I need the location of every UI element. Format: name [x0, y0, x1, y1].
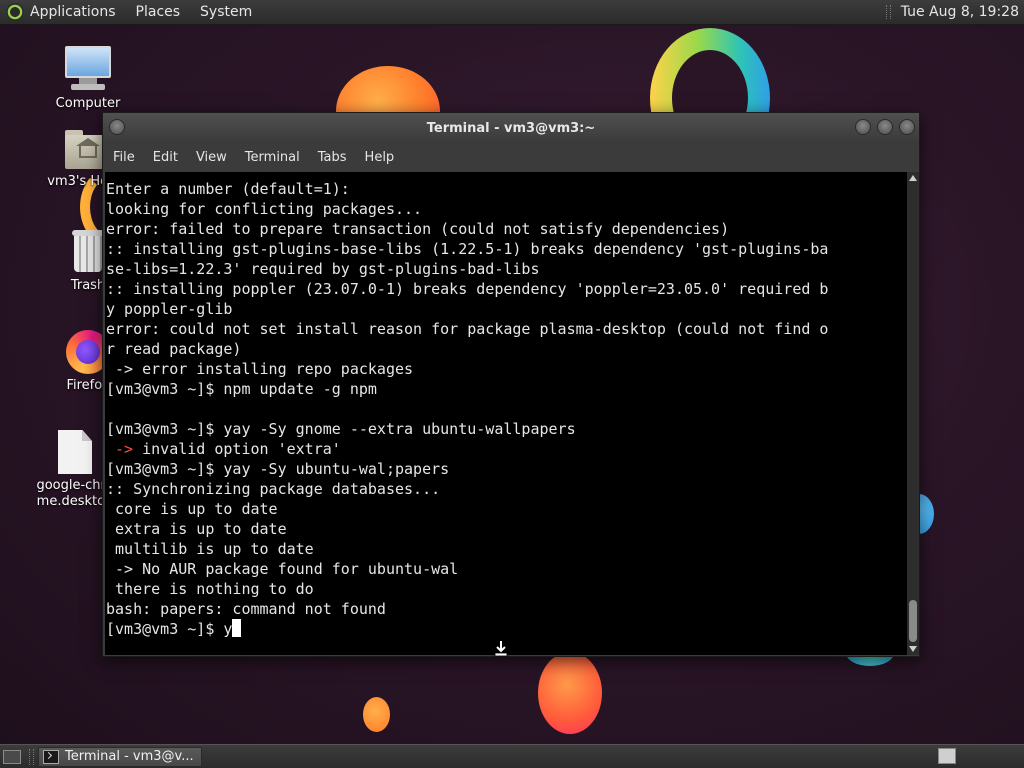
desktop-icon-computer[interactable]: Computer [33, 46, 143, 112]
system-menu[interactable]: System [200, 4, 252, 20]
panel-separator-handle[interactable] [29, 748, 34, 765]
minimize-button[interactable] [855, 119, 871, 135]
computer-icon [63, 46, 113, 92]
terminal-line: r read package) [106, 340, 242, 358]
wallpaper-orange-blob-small [363, 697, 390, 732]
terminal-window[interactable]: Terminal - vm3@vm3:~ File Edit View Term… [102, 112, 920, 657]
scroll-down-arrow-icon[interactable] [909, 646, 917, 652]
clock[interactable]: Tue Aug 8, 19:28 [901, 4, 1019, 20]
terminal-output: Enter a number (default=1): looking for c… [105, 172, 907, 639]
terminal-line: [vm3@vm3 ~]$ npm update -g npm [106, 380, 377, 398]
workspace-switcher[interactable] [938, 748, 956, 764]
terminal-prompt-input[interactable]: [vm3@vm3 ~]$ y [106, 620, 232, 638]
distro-logo-icon[interactable] [6, 3, 24, 21]
close-button[interactable] [899, 119, 915, 135]
applications-menu[interactable]: Applications [30, 4, 116, 20]
top-panel: Applications Places System Tue Aug 8, 19… [0, 0, 1024, 25]
menu-terminal[interactable]: Terminal [245, 150, 300, 165]
taskbar-button-label: Terminal - vm3@v... [65, 749, 194, 764]
desktop-file-icon [58, 430, 92, 474]
terminal-line: y poppler-glib [106, 300, 233, 318]
terminal-line: se-libs=1.22.3' required by gst-plugins-… [106, 260, 540, 278]
terminal-icon [43, 749, 59, 764]
terminal-line: [vm3@vm3 ~]$ yay -Sy gnome --extra ubunt… [106, 420, 576, 438]
wallpaper-orange-blob-bottom [538, 652, 602, 734]
maximize-button[interactable] [877, 119, 893, 135]
menu-help[interactable]: Help [365, 150, 395, 165]
terminal-scrollbar[interactable] [907, 172, 919, 655]
terminal-line: :: installing poppler (23.07.0-1) breaks… [106, 280, 829, 298]
terminal-line: [vm3@vm3 ~]$ yay -Sy ubuntu-wal;papers [106, 460, 450, 478]
scrollbar-thumb[interactable] [909, 600, 917, 642]
scroll-up-arrow-icon[interactable] [909, 175, 917, 181]
error-arrow: -> [106, 440, 134, 458]
text-cursor [232, 619, 242, 637]
places-menu[interactable]: Places [136, 4, 181, 20]
window-menu-button[interactable] [109, 119, 125, 135]
terminal-line: core is up to date [106, 500, 278, 518]
menu-file[interactable]: File [113, 150, 135, 165]
terminal-line: multilib is up to date [106, 540, 314, 558]
terminal-line-text: invalid option 'extra' [133, 440, 341, 458]
taskbar-terminal-button[interactable]: Terminal - vm3@v... [38, 746, 202, 767]
terminal-line: :: Synchronizing package databases... [106, 480, 441, 498]
menu-view[interactable]: View [196, 150, 227, 165]
terminal-line: looking for conflicting packages... [106, 200, 423, 218]
terminal-prompt-line[interactable]: [vm3@vm3 ~]$ y [106, 619, 907, 639]
show-desktop-icon[interactable] [3, 749, 21, 764]
terminal-line: extra is up to date [106, 520, 287, 538]
terminal-line-error: -> invalid option 'extra' [106, 439, 907, 459]
terminal-line: Enter a number (default=1): [106, 180, 350, 198]
terminal-line: -> error installing repo packages [106, 360, 414, 378]
bottom-panel: Terminal - vm3@v... [0, 744, 1024, 768]
window-titlebar[interactable]: Terminal - vm3@vm3:~ [103, 113, 919, 143]
terminal-menubar: File Edit View Terminal Tabs Help [103, 143, 919, 171]
menu-edit[interactable]: Edit [153, 150, 178, 165]
panel-separator-handle[interactable] [885, 5, 891, 19]
window-title: Terminal - vm3@vm3:~ [426, 120, 596, 136]
terminal-line: error: failed to prepare transaction (co… [106, 220, 730, 238]
mouse-pointer-icon [494, 641, 508, 657]
desktop-icon-label: Computer [55, 96, 121, 111]
terminal-line: error: could not set install reason for … [106, 320, 829, 338]
trash-icon [70, 230, 106, 274]
terminal-line: bash: papers: command not found [106, 600, 386, 618]
menu-tabs[interactable]: Tabs [318, 150, 347, 165]
terminal-line: -> No AUR package found for ubuntu-wal [106, 560, 459, 578]
terminal-line: :: installing gst-plugins-base-libs (1.2… [106, 240, 829, 258]
terminal-line: there is nothing to do [106, 580, 314, 598]
terminal-output-area[interactable]: Enter a number (default=1): looking for c… [105, 172, 907, 655]
